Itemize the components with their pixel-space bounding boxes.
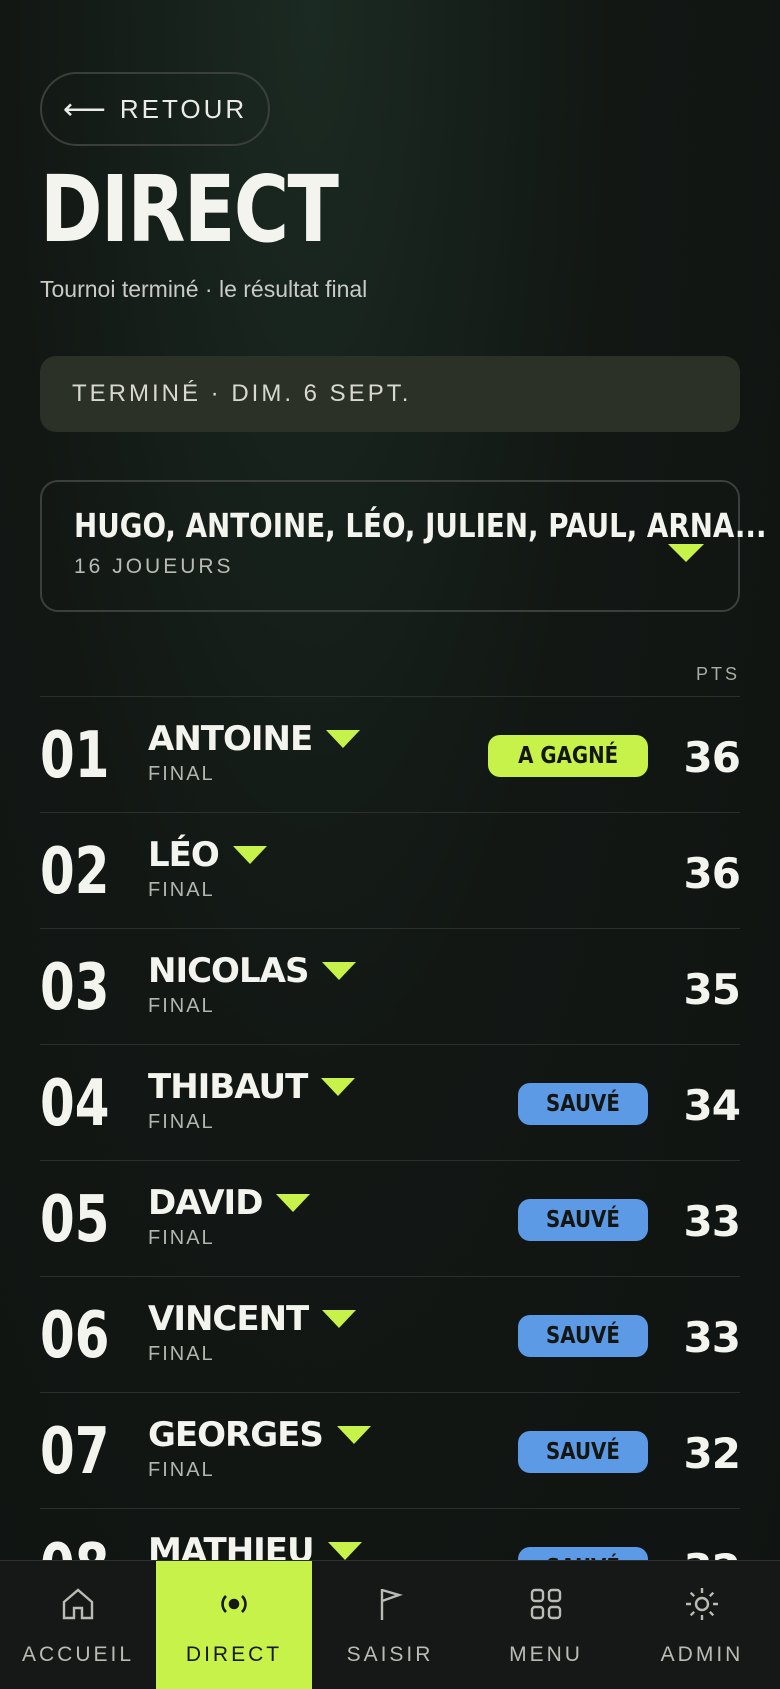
page-title: DIRECT [40, 156, 339, 263]
points-column-header: PTS [695, 664, 740, 684]
player-points: 34 [683, 1081, 740, 1130]
result-badge: SAUVÉ [518, 1315, 648, 1357]
player-name: VINCENT [148, 1299, 309, 1339]
tab-label: MENU [509, 1642, 583, 1666]
players-count: 16 JOUEURS [74, 555, 234, 578]
bottom-tab-bar: ACCUEIL DIRECT SAISIR MENU ADMIN [0, 1560, 780, 1689]
expand-triangle-icon[interactable] [322, 1310, 357, 1328]
expand-triangle-icon[interactable] [326, 730, 361, 748]
player-name: ANTOINE [148, 719, 313, 759]
standing-row[interactable]: 06 VINCENT FINAL SAUVÉ 33 [40, 1276, 740, 1392]
tab-direct[interactable]: DIRECT [156, 1561, 312, 1689]
standing-row[interactable]: 08 MATHIEU FINALSAUVÉ32 [40, 1508, 740, 1560]
player-name-group: DAVID [148, 1183, 311, 1223]
standing-row[interactable]: 02 LÉO FINAL 36 [40, 812, 740, 928]
player-name-group: NICOLAS [148, 951, 357, 991]
player-name: NICOLAS [148, 951, 309, 991]
player-name-group: LÉO [148, 835, 267, 875]
tab-label: DIRECT [185, 1642, 283, 1666]
player-rank: 04 [40, 1067, 110, 1141]
result-badge-label: SAUVÉ [546, 1091, 620, 1117]
result-badge: A GAGNÉ [487, 735, 648, 777]
expand-triangle-icon[interactable] [232, 846, 267, 864]
player-status: FINAL [148, 1459, 215, 1481]
chevron-down-icon [668, 544, 704, 562]
tab-label: ADMIN [660, 1642, 744, 1666]
tab-menu[interactable]: MENU [468, 1561, 624, 1689]
tab-admin[interactable]: ADMIN [624, 1561, 780, 1689]
player-name: THIBAUT [148, 1067, 308, 1107]
standing-row[interactable]: 05 DAVID FINAL SAUVÉ 33 [40, 1160, 740, 1276]
player-status: FINAL [148, 1343, 215, 1365]
player-points: 36 [683, 849, 740, 898]
player-status: FINAL [148, 995, 215, 1017]
player-name-group: MATHIEU [148, 1531, 362, 1560]
player-rank: 01 [40, 719, 110, 793]
player-name-group: GEORGES [148, 1415, 371, 1455]
arrow-left-icon: ⟵ [62, 92, 106, 126]
player-points: 36 [683, 733, 740, 782]
tournament-status-text: TERMINÉ · DIM. 6 SEPT. [72, 380, 412, 407]
player-name: GEORGES [148, 1415, 324, 1455]
player-status: FINAL [148, 763, 215, 785]
result-badge-label: SAUVÉ [546, 1439, 620, 1465]
sun-settings-icon [682, 1584, 722, 1629]
player-name-group: VINCENT [148, 1299, 357, 1339]
player-rank: 07 [40, 1415, 110, 1489]
result-badge-label: A GAGNÉ [517, 743, 618, 769]
player-status: FINAL [148, 1227, 215, 1249]
standing-row[interactable]: 07 GEORGES FINAL SAUVÉ 32 [40, 1392, 740, 1508]
player-status: FINAL [148, 879, 215, 901]
standing-row[interactable]: 03 NICOLAS FINAL 35 [40, 928, 740, 1044]
back-button-label: RETOUR [119, 93, 248, 124]
player-name-group: THIBAUT [148, 1067, 356, 1107]
result-badge: SAUVÉ [518, 1083, 648, 1125]
standing-row[interactable]: 04 THIBAUT FINAL SAUVÉ 34 [40, 1044, 740, 1160]
standings-list[interactable]: 01 ANTOINE FINAL A GAGNÉ 36 02 LÉO FINAL 36… [40, 696, 740, 1560]
player-rank: 06 [40, 1299, 110, 1373]
player-name-group: ANTOINE [148, 719, 361, 759]
page-subtitle: Tournoi terminé · le résultat final [40, 276, 368, 302]
player-points: 32 [684, 1545, 740, 1560]
back-button[interactable]: ⟵ RETOUR [40, 72, 270, 146]
player-rank: 05 [40, 1183, 110, 1257]
tab-accueil[interactable]: ACCUEIL [0, 1561, 156, 1689]
expand-triangle-icon[interactable] [322, 962, 357, 980]
result-badge: SAUVÉ [518, 1431, 648, 1473]
grid-icon [526, 1584, 566, 1629]
player-name: LÉO [148, 835, 220, 875]
tournament-status-banner: TERMINÉ · DIM. 6 SEPT. [40, 356, 740, 432]
players-dropdown[interactable]: HUGO, ANTOINE, LÉO, JULIEN, PAUL, ARNA..… [40, 480, 767, 612]
result-badge-label: SAUVÉ [546, 1207, 620, 1233]
live-icon [214, 1584, 254, 1629]
result-badge: SAUVÉ [518, 1199, 648, 1241]
result-badge: SAUVÉ [518, 1547, 648, 1560]
player-status: FINAL [148, 1111, 215, 1133]
result-badge-label: SAUVÉ [546, 1323, 620, 1349]
flag-icon [370, 1584, 410, 1629]
player-points: 33 [683, 1197, 740, 1246]
expand-triangle-icon[interactable] [327, 1542, 362, 1560]
player-name: DAVID [148, 1183, 263, 1223]
player-name: MATHIEU [148, 1531, 315, 1560]
expand-triangle-icon[interactable] [336, 1426, 371, 1444]
tab-saisir[interactable]: SAISIR [312, 1561, 468, 1689]
home-icon [58, 1584, 98, 1629]
players-names: HUGO, ANTOINE, LÉO, JULIEN, PAUL, ARNA..… [74, 506, 767, 545]
expand-triangle-icon[interactable] [276, 1194, 311, 1212]
tab-label: SAISIR [346, 1642, 434, 1666]
player-rank: 03 [40, 951, 110, 1025]
player-points: 32 [683, 1429, 740, 1478]
player-points: 33 [683, 1313, 740, 1362]
expand-triangle-icon[interactable] [321, 1078, 356, 1096]
player-points: 35 [683, 965, 740, 1014]
standing-row[interactable]: 01 ANTOINE FINAL A GAGNÉ 36 [40, 696, 740, 812]
player-rank: 02 [40, 835, 110, 909]
player-rank: 08 [40, 1533, 109, 1560]
tab-label: ACCUEIL [21, 1642, 135, 1666]
